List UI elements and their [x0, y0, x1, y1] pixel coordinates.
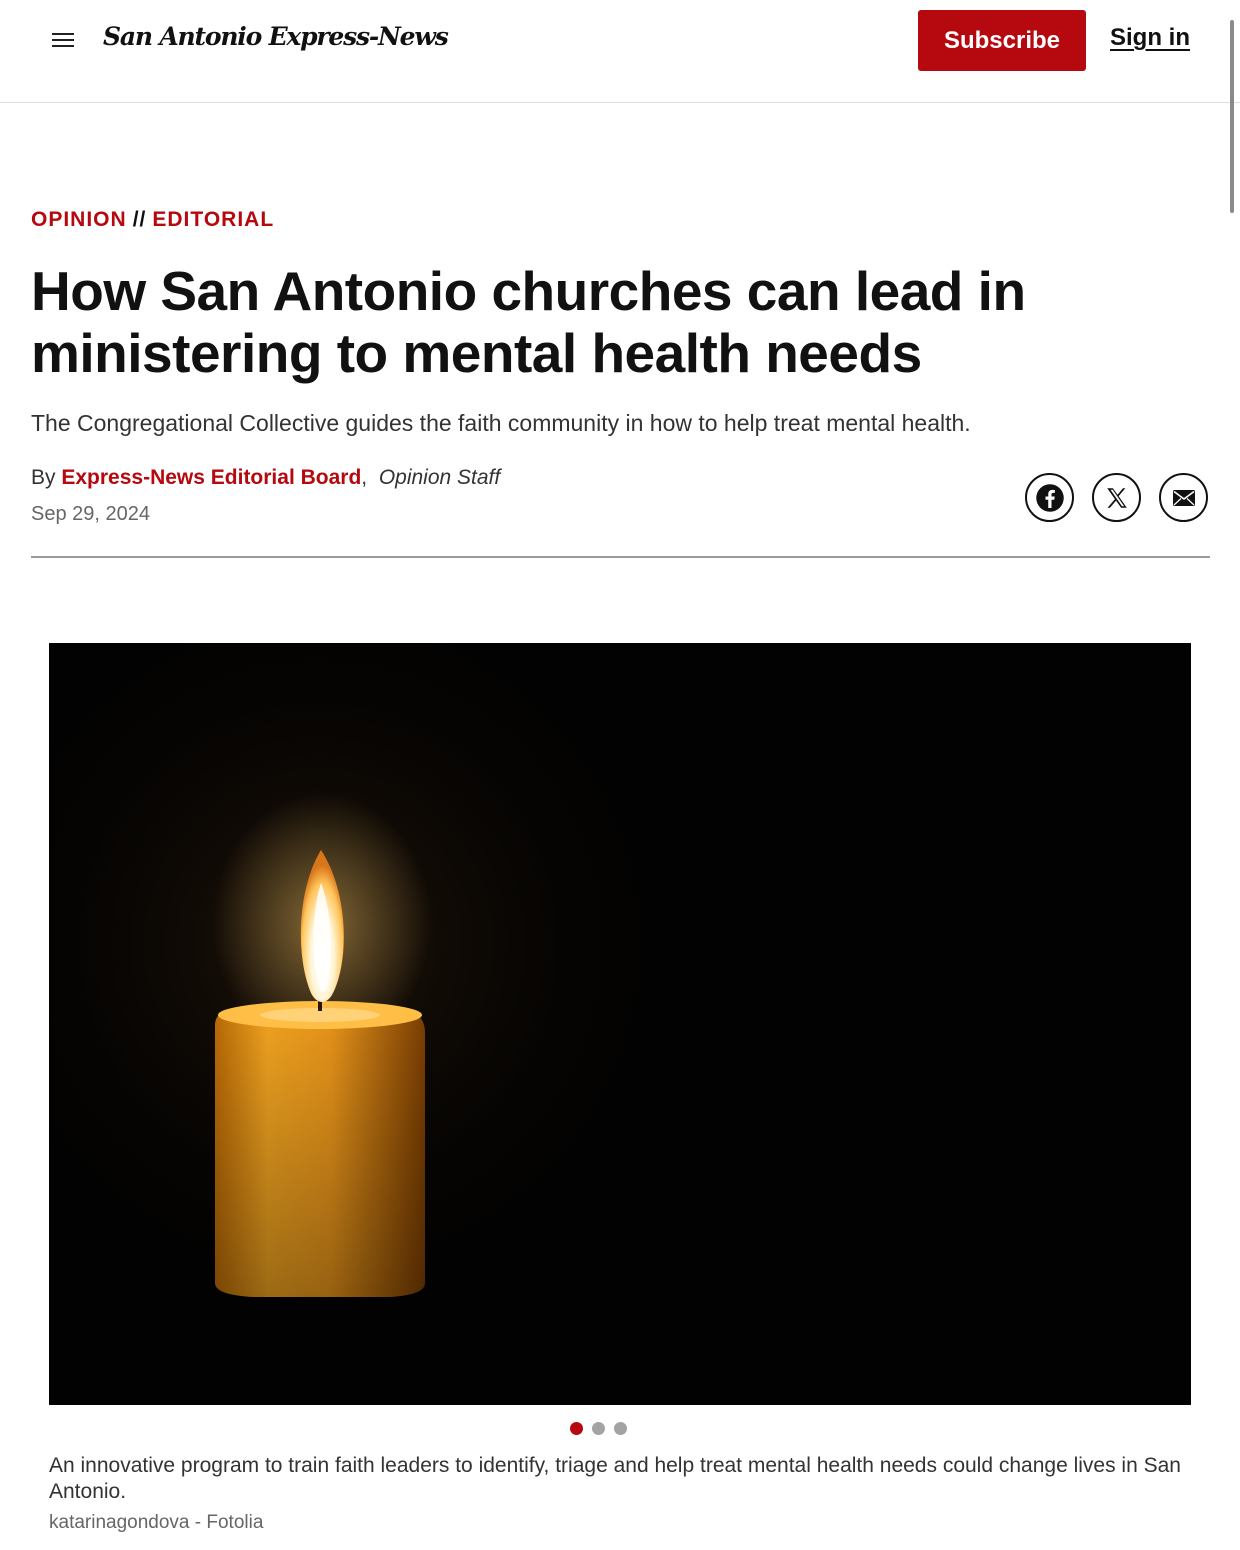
site-logo[interactable]: San Antonio Express-News	[103, 22, 449, 51]
image-credit: katarinagondova - Fotolia	[49, 1512, 264, 1533]
byline-prefix: By	[31, 466, 56, 489]
carousel-indicators	[570, 1422, 627, 1435]
carousel-dot-3[interactable]	[614, 1422, 627, 1435]
scrollbar[interactable]	[1230, 20, 1234, 213]
carousel-dot-1[interactable]	[570, 1422, 583, 1435]
image-caption: An innovative program to train faith lea…	[49, 1454, 1181, 1503]
article-headline: How San Antonio churches can lead in min…	[31, 260, 1026, 384]
hero-image[interactable]	[49, 643, 1191, 1405]
sign-in-link[interactable]: Sign in	[1110, 24, 1190, 52]
carousel-dot-2[interactable]	[592, 1422, 605, 1435]
section-link-opinion[interactable]: OPINION	[31, 208, 127, 231]
candle-image	[49, 643, 1191, 1405]
publish-date: Sep 29, 2024	[31, 503, 150, 525]
x-icon	[1106, 487, 1127, 508]
site-header: San Antonio Express-News Subscribe Sign …	[0, 0, 1240, 103]
share-facebook-button[interactable]	[1025, 473, 1074, 522]
section-link-editorial[interactable]: EDITORIAL	[152, 208, 274, 231]
share-email-button[interactable]	[1159, 473, 1208, 522]
email-icon	[1172, 489, 1195, 506]
hamburger-menu-icon[interactable]	[52, 33, 76, 49]
kicker-separator: //	[132, 208, 147, 231]
subscribe-button[interactable]: Subscribe	[918, 10, 1086, 71]
header-divider	[31, 556, 1210, 558]
section-kicker: OPINION//EDITORIAL	[31, 208, 274, 232]
facebook-icon	[1035, 483, 1064, 512]
article-dek: The Congregational Collective guides the…	[31, 410, 971, 436]
share-x-button[interactable]	[1092, 473, 1141, 522]
author-role: Opinion Staff	[378, 466, 501, 489]
byline: By Express-News Editorial Board, Opinion…	[31, 466, 501, 489]
author-link[interactable]: Express-News Editorial Board	[61, 466, 361, 489]
